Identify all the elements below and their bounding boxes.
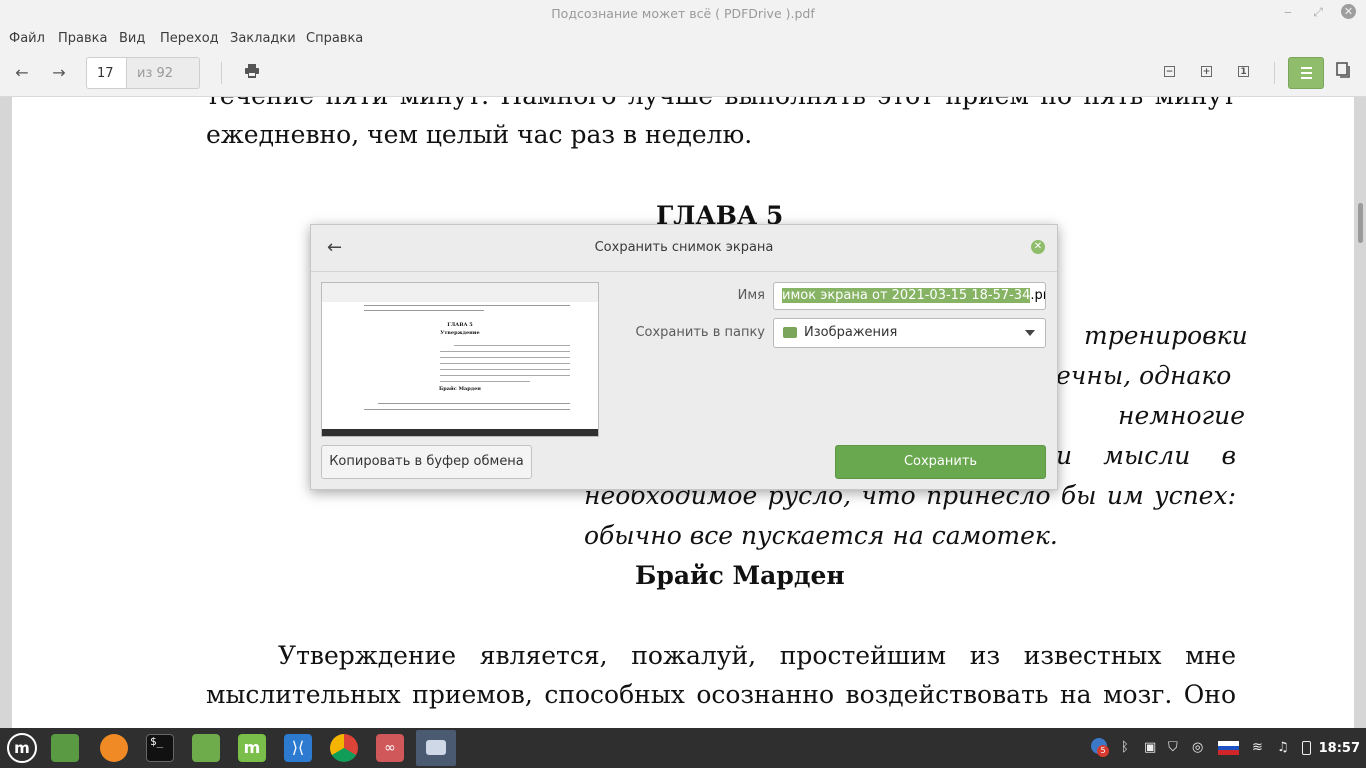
- dual-page-icon[interactable]: [1334, 62, 1354, 84]
- mint-menu-icon[interactable]: m: [7, 733, 37, 763]
- folder-select[interactable]: Изображения: [773, 318, 1046, 348]
- menu-bookmarks[interactable]: Закладки: [230, 31, 296, 46]
- firefox-icon[interactable]: [100, 734, 128, 762]
- screenshot-app-active[interactable]: [416, 730, 456, 766]
- dialog-title: Сохранить снимок экрана: [594, 240, 774, 255]
- files-icon[interactable]: [192, 734, 220, 762]
- dialog-header: ← Сохранить снимок экрана ✕: [311, 225, 1057, 272]
- close-icon[interactable]: ✕: [1341, 4, 1356, 19]
- text-line: ежедневно, чем целый час раз в неделю.: [206, 120, 753, 149]
- text-line: мыслительных приемов, способных осознанн…: [206, 680, 1236, 709]
- zoom-original-icon[interactable]: 1: [1238, 66, 1249, 77]
- notification-badge: 5: [1097, 745, 1109, 757]
- epigraph-line: ечны, однако: [1056, 361, 1232, 390]
- preview-author: Брайс Марден: [439, 386, 481, 392]
- terminal-icon[interactable]: $_: [146, 734, 174, 762]
- page-number-input[interactable]: 17: [86, 57, 126, 89]
- preview-subtitle: Утверждение: [440, 330, 480, 336]
- battery-icon[interactable]: [1302, 741, 1311, 755]
- xreader-icon[interactable]: ∞: [376, 734, 404, 762]
- folder-value: Изображения: [804, 325, 898, 340]
- continuous-view-button[interactable]: [1288, 57, 1324, 89]
- chevron-down-icon: [1025, 330, 1035, 336]
- pictures-folder-icon: [783, 327, 797, 338]
- menu-file[interactable]: Файл: [9, 31, 45, 46]
- clock[interactable]: 18:57: [1319, 741, 1360, 756]
- show-desktop-icon[interactable]: [51, 734, 79, 762]
- toolbar-divider: [221, 62, 222, 84]
- keyboard-layout-flag-icon[interactable]: [1218, 741, 1239, 755]
- zoom-in-icon[interactable]: +: [1201, 66, 1212, 77]
- forward-arrow-icon[interactable]: →: [49, 62, 69, 84]
- epigraph-line: обычно все пускается на самотек.: [584, 521, 1058, 550]
- filename-extension: .png: [1030, 288, 1045, 303]
- back-arrow-icon[interactable]: ←: [12, 62, 32, 84]
- minimize-icon[interactable]: ‒: [1280, 4, 1296, 20]
- save-button[interactable]: Сохранить: [835, 445, 1046, 479]
- close-icon[interactable]: ✕: [1031, 240, 1045, 254]
- page-count-label: из 92: [126, 57, 200, 89]
- epigraph-line: тренировки: [1084, 321, 1248, 350]
- folder-label: Сохранить в папку: [635, 325, 765, 340]
- toolbar-divider: [1274, 62, 1275, 84]
- epigraph-line: немногие: [1118, 401, 1246, 430]
- scrollbar-thumb[interactable]: [1358, 203, 1363, 243]
- clipboard-icon[interactable]: ▣: [1144, 740, 1156, 755]
- print-icon[interactable]: [242, 62, 262, 84]
- title-bar: Подсознание может всё ( PDFDrive ).pdf ‒…: [0, 0, 1366, 26]
- toolbar: ← → 17 из 92 − + 1: [0, 50, 1366, 97]
- chrome-icon[interactable]: [330, 734, 358, 762]
- copy-to-clipboard-button[interactable]: Копировать в буфер обмена: [321, 445, 532, 479]
- preview-chapter: ГЛАВА 5: [447, 322, 473, 328]
- filename-selected-text: имок экрана от 2021-03-15 18-57-34: [782, 288, 1031, 303]
- filename-input[interactable]: имок экрана от 2021-03-15 18-57-34.png: [773, 282, 1046, 310]
- save-screenshot-dialog: ← Сохранить снимок экрана ✕ ГЛАВА 5 Утве…: [310, 224, 1058, 490]
- maximize-icon[interactable]: ⤢: [1310, 4, 1326, 20]
- text-line: Утверждение является, пожалуй, простейши…: [278, 641, 1236, 670]
- bluetooth-icon[interactable]: ᛒ: [1121, 740, 1129, 755]
- screenshot-preview: ГЛАВА 5 Утверждение Брайс Марден: [321, 282, 599, 437]
- menu-view[interactable]: Вид: [119, 31, 145, 46]
- taskbar: m $_ m ⟩⟨ ∞ 5 ᛒ ▣ ⛉ ◎ ≋ ♫ 18:57: [0, 728, 1366, 768]
- menu-bar: Файл Правка Вид Переход Закладки Справка: [0, 26, 1366, 50]
- menu-edit[interactable]: Правка: [58, 31, 107, 46]
- vscode-icon[interactable]: ⟩⟨: [284, 734, 312, 762]
- menu-go[interactable]: Переход: [160, 31, 219, 46]
- menu-help[interactable]: Справка: [306, 31, 363, 46]
- wifi-icon[interactable]: ≋: [1252, 740, 1263, 755]
- update-shield-icon[interactable]: ⛉: [1168, 740, 1178, 755]
- name-label: Имя: [737, 288, 765, 303]
- epigraph-line: и мысли в: [1056, 441, 1236, 470]
- epigraph-author: Брайс Марден: [635, 561, 845, 590]
- software-manager-icon[interactable]: m: [238, 734, 266, 762]
- window-title: Подсознание может всё ( PDFDrive ).pdf: [551, 6, 815, 21]
- nvidia-icon[interactable]: ◎: [1192, 740, 1203, 755]
- sound-icon[interactable]: ♫: [1277, 740, 1289, 755]
- text-line: течение пяти минут. Намного лучше выполн…: [206, 97, 1236, 110]
- zoom-out-icon[interactable]: −: [1164, 66, 1175, 77]
